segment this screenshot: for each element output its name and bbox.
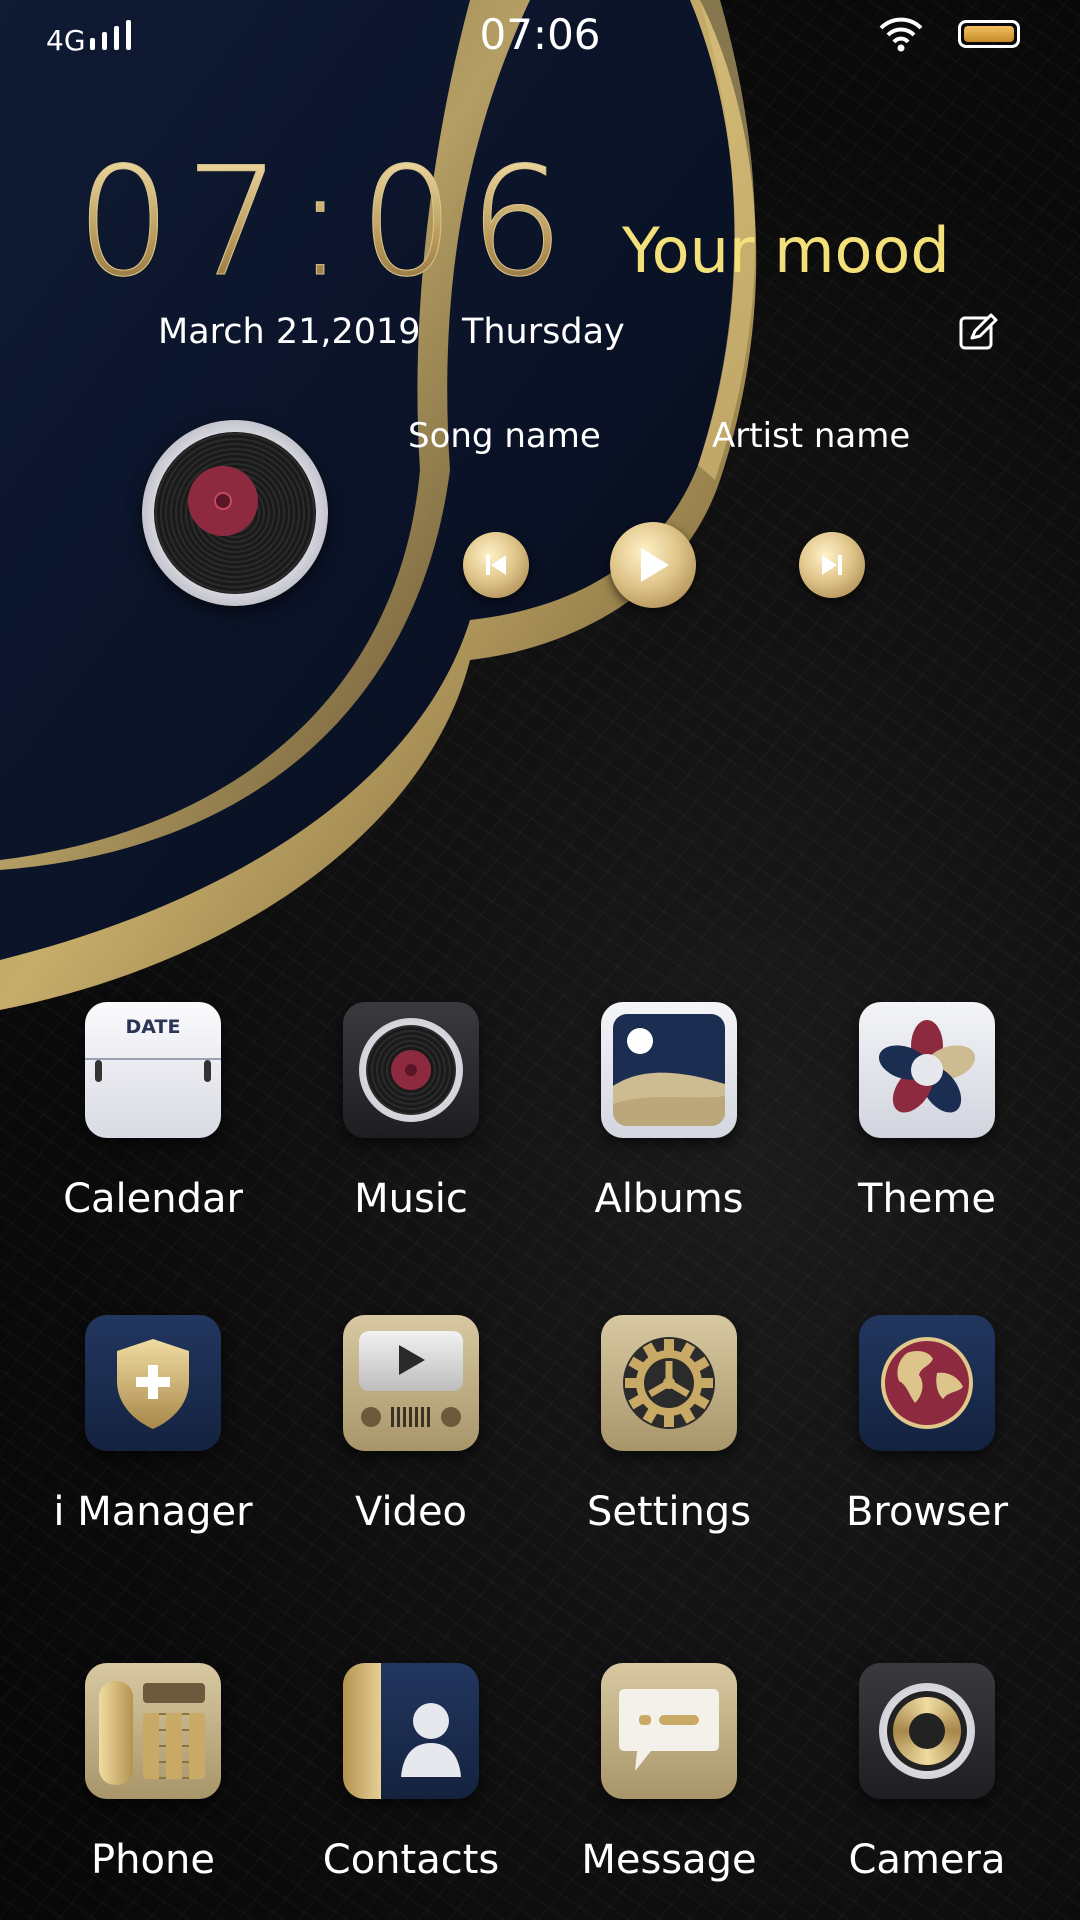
play-button[interactable]	[610, 522, 696, 608]
phone-icon	[85, 1663, 221, 1799]
app-settings[interactable]: Settings	[549, 1315, 789, 1535]
play-icon	[641, 548, 669, 582]
video-icon	[343, 1315, 479, 1451]
app-label: Video	[354, 1489, 468, 1535]
edit-icon[interactable]	[958, 312, 998, 352]
contacts-icon	[343, 1663, 479, 1799]
app-label: i Manager	[53, 1489, 253, 1535]
camera-icon	[859, 1663, 995, 1799]
widget-date: March 21,2019	[158, 312, 421, 352]
app-label: Calendar	[63, 1176, 243, 1222]
wifi-icon	[879, 17, 923, 52]
calendar-icon: DATE	[85, 1002, 221, 1138]
app-label: Theme	[858, 1176, 996, 1222]
app-label: Music	[354, 1176, 468, 1222]
app-video[interactable]: Video	[291, 1315, 531, 1535]
calendar-icon-text: DATE	[125, 1016, 181, 1038]
shield-icon	[85, 1315, 221, 1451]
battery-icon	[958, 20, 1020, 48]
app-music[interactable]: Music	[291, 1002, 531, 1222]
globe-icon	[859, 1315, 995, 1451]
app-label: Albums	[594, 1176, 744, 1222]
app-albums[interactable]: Albums	[549, 1002, 789, 1222]
music-icon	[343, 1002, 479, 1138]
song-name: Song name	[408, 416, 601, 456]
app-camera[interactable]: Camera	[807, 1663, 1047, 1883]
app-label: Settings	[586, 1489, 752, 1535]
app-imanager[interactable]: i Manager	[33, 1315, 273, 1535]
app-label: Message	[581, 1837, 757, 1883]
status-bar: 4G 07:06	[0, 0, 1080, 70]
app-label: Browser	[845, 1489, 1009, 1535]
skip-back-icon	[486, 555, 506, 575]
app-label: Camera	[848, 1837, 1006, 1883]
widget-clock[interactable]: 07:06	[75, 148, 578, 299]
app-contacts[interactable]: Contacts	[291, 1663, 531, 1883]
skip-forward-icon	[822, 555, 842, 575]
mood-text[interactable]: Your mood	[622, 214, 950, 287]
app-label: Contacts	[322, 1837, 500, 1883]
theme-icon	[859, 1002, 995, 1138]
artist-name: Artist name	[712, 416, 911, 456]
app-label: Phone	[91, 1837, 215, 1883]
app-message[interactable]: Message	[549, 1663, 789, 1883]
widget-weekday: Thursday	[462, 312, 625, 352]
app-browser[interactable]: Browser	[807, 1315, 1047, 1535]
albums-icon	[601, 1002, 737, 1138]
next-button[interactable]	[799, 532, 865, 598]
music-record-icon[interactable]	[142, 420, 328, 606]
app-theme[interactable]: Theme	[807, 1002, 1047, 1222]
message-icon	[601, 1663, 737, 1799]
previous-button[interactable]	[463, 532, 529, 598]
app-phone[interactable]: Phone	[33, 1663, 273, 1883]
gear-icon	[601, 1315, 737, 1451]
app-calendar[interactable]: DATE Calendar	[33, 1002, 273, 1222]
